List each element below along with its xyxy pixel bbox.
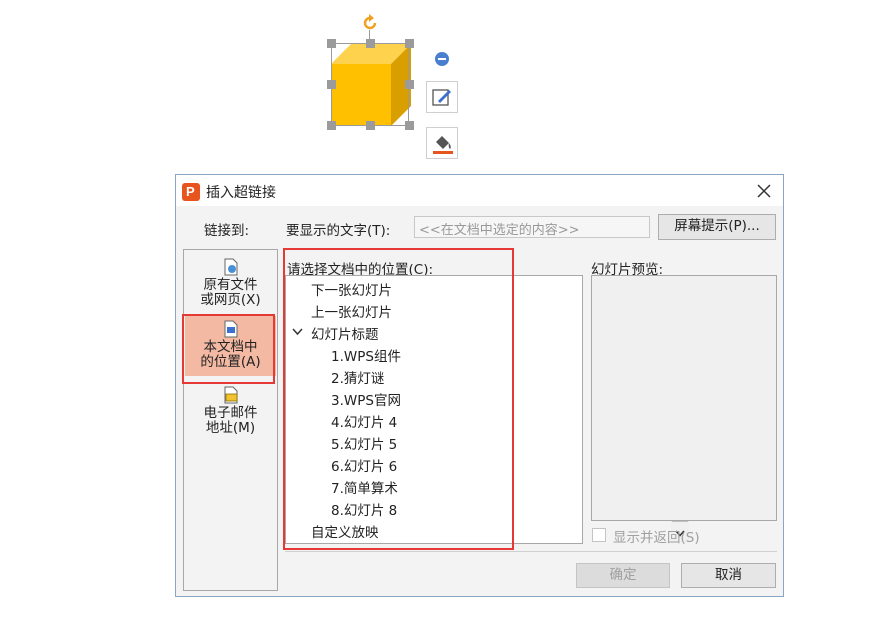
nav-existing-file[interactable]: 原有文件 或网页(X) <box>185 258 276 310</box>
nav-existing-file-line2: 或网页(X) <box>200 292 261 308</box>
cancel-button[interactable]: 取消 <box>681 563 776 588</box>
display-text-input[interactable]: <<在文档中选定的内容>> <box>414 216 650 238</box>
link-to-label: 链接到: <box>204 223 250 239</box>
resize-handle-n[interactable] <box>366 39 375 48</box>
ok-button[interactable]: 确定 <box>576 563 670 588</box>
file-web-icon <box>224 258 237 276</box>
resize-handle-s[interactable] <box>366 121 375 130</box>
dialog-titlebar: P 插入超链接 <box>176 175 783 206</box>
selection-box <box>331 43 409 126</box>
close-icon[interactable] <box>754 181 774 201</box>
rotate-handle-icon[interactable] <box>361 14 379 32</box>
nav-email-address[interactable]: 电子邮件 地址(M) <box>185 386 276 438</box>
pen-edit-icon <box>432 89 451 106</box>
resize-handle-w[interactable] <box>327 80 336 89</box>
fill-color-button[interactable] <box>426 127 458 159</box>
resize-handle-e[interactable] <box>405 80 414 89</box>
nav-email-line1: 电子邮件 <box>203 405 258 421</box>
screen-tip-button[interactable]: 屏幕提示(P)... <box>658 214 776 240</box>
nav-email-line2: 地址(M) <box>205 420 256 436</box>
resize-handle-se[interactable] <box>405 121 414 130</box>
edit-shape-button[interactable] <box>426 81 458 113</box>
slide-preview <box>591 275 777 521</box>
footer-divider <box>285 551 777 552</box>
paint-bucket-icon <box>433 136 453 154</box>
show-return-checkbox[interactable] <box>592 528 606 542</box>
highlight-nav-box <box>182 314 275 384</box>
email-icon <box>224 386 237 404</box>
resize-handle-ne[interactable] <box>405 39 414 48</box>
display-text-label: 要显示的文字(T): <box>286 223 391 239</box>
insert-hyperlink-dialog: P 插入超链接 链接到: 要显示的文字(T): <<在文档中选定的内容>> 屏幕… <box>175 174 784 597</box>
resize-handle-sw[interactable] <box>327 121 336 130</box>
link-type-panel: 原有文件 或网页(X) 本文档中 的位置(A) 电子邮件 地址(M) <box>183 249 278 591</box>
dialog-title: 插入超链接 <box>206 185 276 201</box>
collapse-icon[interactable] <box>435 52 449 66</box>
highlight-tree-box <box>283 248 514 550</box>
nav-existing-file-line1: 原有文件 <box>203 277 258 293</box>
resize-handle-nw[interactable] <box>327 39 336 48</box>
show-return-label: 显示并返回(S) <box>613 530 700 546</box>
wps-logo-icon: P <box>182 183 200 201</box>
